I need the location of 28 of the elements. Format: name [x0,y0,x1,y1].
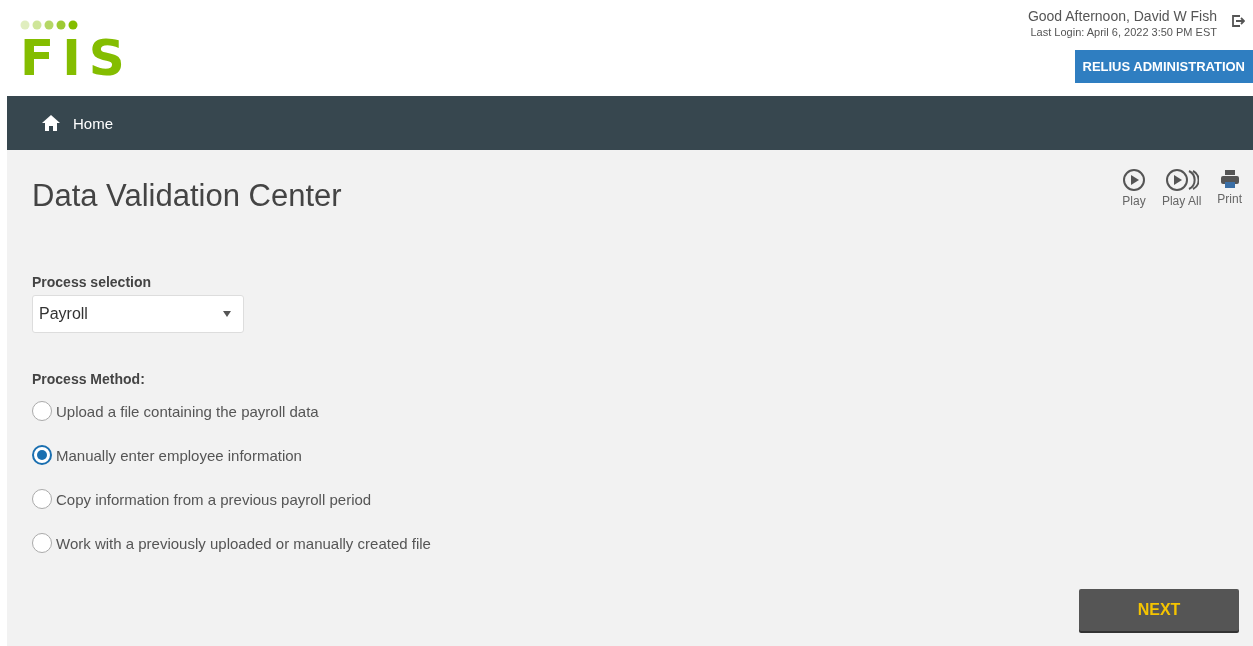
next-button[interactable]: NEXT [1079,589,1239,631]
administration-button[interactable]: RELIUS ADMINISTRATION [1074,50,1253,83]
logo-dots-icon [20,20,78,30]
option-label[interactable]: Upload a file containing the payroll data [56,402,319,420]
play-all-button[interactable]: Play All [1161,168,1202,214]
field-label: Process Method: [32,371,146,387]
home-link[interactable]: Home [73,114,113,132]
option-label[interactable]: Manually enter employee information [56,446,302,464]
process-dropdown[interactable]: Payroll [32,295,244,333]
radio-button[interactable] [32,533,52,553]
caret-icon [223,311,231,317]
radio-button[interactable] [32,401,52,421]
option-label[interactable]: Copy information from a previous payroll period [56,490,372,508]
printer-icon [1218,168,1241,190]
radio-button[interactable] [32,489,52,509]
company-logo: FIS [20,32,133,84]
print-button[interactable]: Print [1217,168,1242,214]
last-login-text: Last Login: April 6, 2022 3:50 PM EST [1030,26,1217,38]
greeting-text: Good Afternoon, David W Fish [1027,8,1217,24]
play-icon [1121,168,1146,192]
option-label[interactable]: Work with a previously uploaded or manually created file [56,534,431,552]
home-icon[interactable] [41,114,61,132]
play-button[interactable]: Play [1121,168,1146,214]
play-all-icon [1164,168,1199,192]
radio-button[interactable] [32,445,52,465]
logout-icon[interactable] [1231,14,1245,28]
field-label: Process selection [32,274,153,290]
page-title: Data Validation Center [32,178,342,214]
